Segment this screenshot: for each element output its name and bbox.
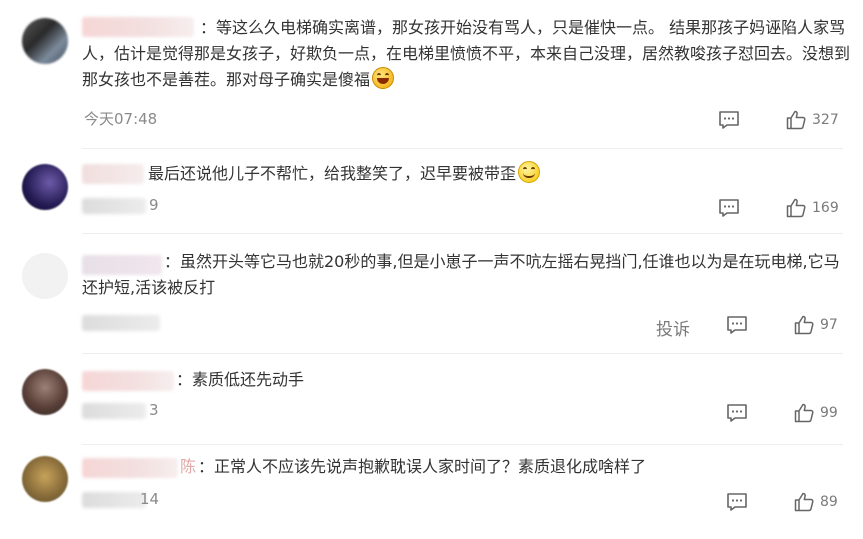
- comment-item: ：等这么久电梯确实离谱，那女孩开始没有骂人，只是催快一点。 结果那孩子妈诬陷人家…: [0, 0, 863, 150]
- reply-icon[interactable]: [726, 492, 748, 512]
- smile-emoji-icon: [518, 161, 541, 183]
- avatar[interactable]: [22, 456, 68, 502]
- comment-text: 最后还说他儿子不帮忙，给我整笑了，迟早要被带歪: [148, 161, 848, 187]
- comment-item: 最后还说他儿子不帮忙，给我整笑了，迟早要被带歪 9 169: [0, 150, 863, 232]
- username[interactable]: [82, 371, 174, 391]
- username[interactable]: [82, 458, 178, 478]
- thumbs-up-icon[interactable]: [794, 315, 814, 335]
- comment-time-blurred: [82, 492, 146, 508]
- laugh-emoji-icon: [372, 67, 395, 89]
- thumbs-up-icon[interactable]: [794, 492, 814, 512]
- like-count: 89: [820, 494, 838, 510]
- thumbs-up-icon[interactable]: [786, 198, 806, 218]
- comment-time-blurred: [82, 315, 160, 331]
- comment-text: ：虽然开头等它马也就20秒的事,但是小崽子一声不吭左摇右晃挡门,任谁也以为是在玩…: [82, 252, 840, 297]
- comment-time-blurred: [82, 403, 146, 419]
- avatar[interactable]: [22, 369, 68, 415]
- comment-text: ：素质低还先动手: [176, 370, 305, 389]
- comment-item: ：虽然开头等它马也就20秒的事,但是小崽子一声不吭左摇右晃挡门,任谁也以为是在玩…: [0, 235, 863, 350]
- reply-icon[interactable]: [726, 315, 748, 335]
- comment-text: ：等这么久电梯确实离谱，那女孩开始没有骂人，只是催快一点。 结果那孩子妈诬陷人家…: [82, 18, 851, 89]
- reply-icon[interactable]: [718, 198, 740, 218]
- comment-time-blurred: [82, 198, 146, 214]
- thumbs-up-icon[interactable]: [794, 403, 814, 423]
- like-count: 99: [820, 405, 838, 421]
- divider: [82, 148, 843, 149]
- comment-time-fragment: 14: [140, 490, 160, 508]
- divider: [82, 444, 843, 445]
- reply-icon[interactable]: [726, 403, 748, 423]
- like-count: 169: [812, 200, 839, 216]
- avatar[interactable]: [22, 164, 68, 210]
- report-button[interactable]: 投诉: [656, 315, 690, 340]
- like-count: 97: [820, 317, 838, 333]
- avatar[interactable]: [22, 18, 68, 64]
- username-fragment[interactable]: 陈: [180, 454, 196, 480]
- divider: [82, 233, 843, 234]
- comment-item: ：素质低还先动手 3 99: [0, 355, 863, 443]
- like-count: 327: [812, 112, 839, 128]
- comment-item: 陈 ：正常人不应该先说声抱歉耽误人家时间了？素质退化成啥样了 14 89: [0, 446, 863, 539]
- divider: [82, 353, 843, 354]
- thumbs-up-icon[interactable]: [786, 110, 806, 130]
- comment-time-fragment: 9: [149, 196, 159, 214]
- comment-time-fragment: 3: [149, 401, 159, 419]
- avatar[interactable]: [22, 253, 68, 299]
- comment-time: 今天07:48: [84, 110, 158, 128]
- reply-icon[interactable]: [718, 110, 740, 130]
- comment-text: ：正常人不应该先说声抱歉耽误人家时间了？素质退化成啥样了: [198, 457, 647, 476]
- username[interactable]: [82, 164, 144, 184]
